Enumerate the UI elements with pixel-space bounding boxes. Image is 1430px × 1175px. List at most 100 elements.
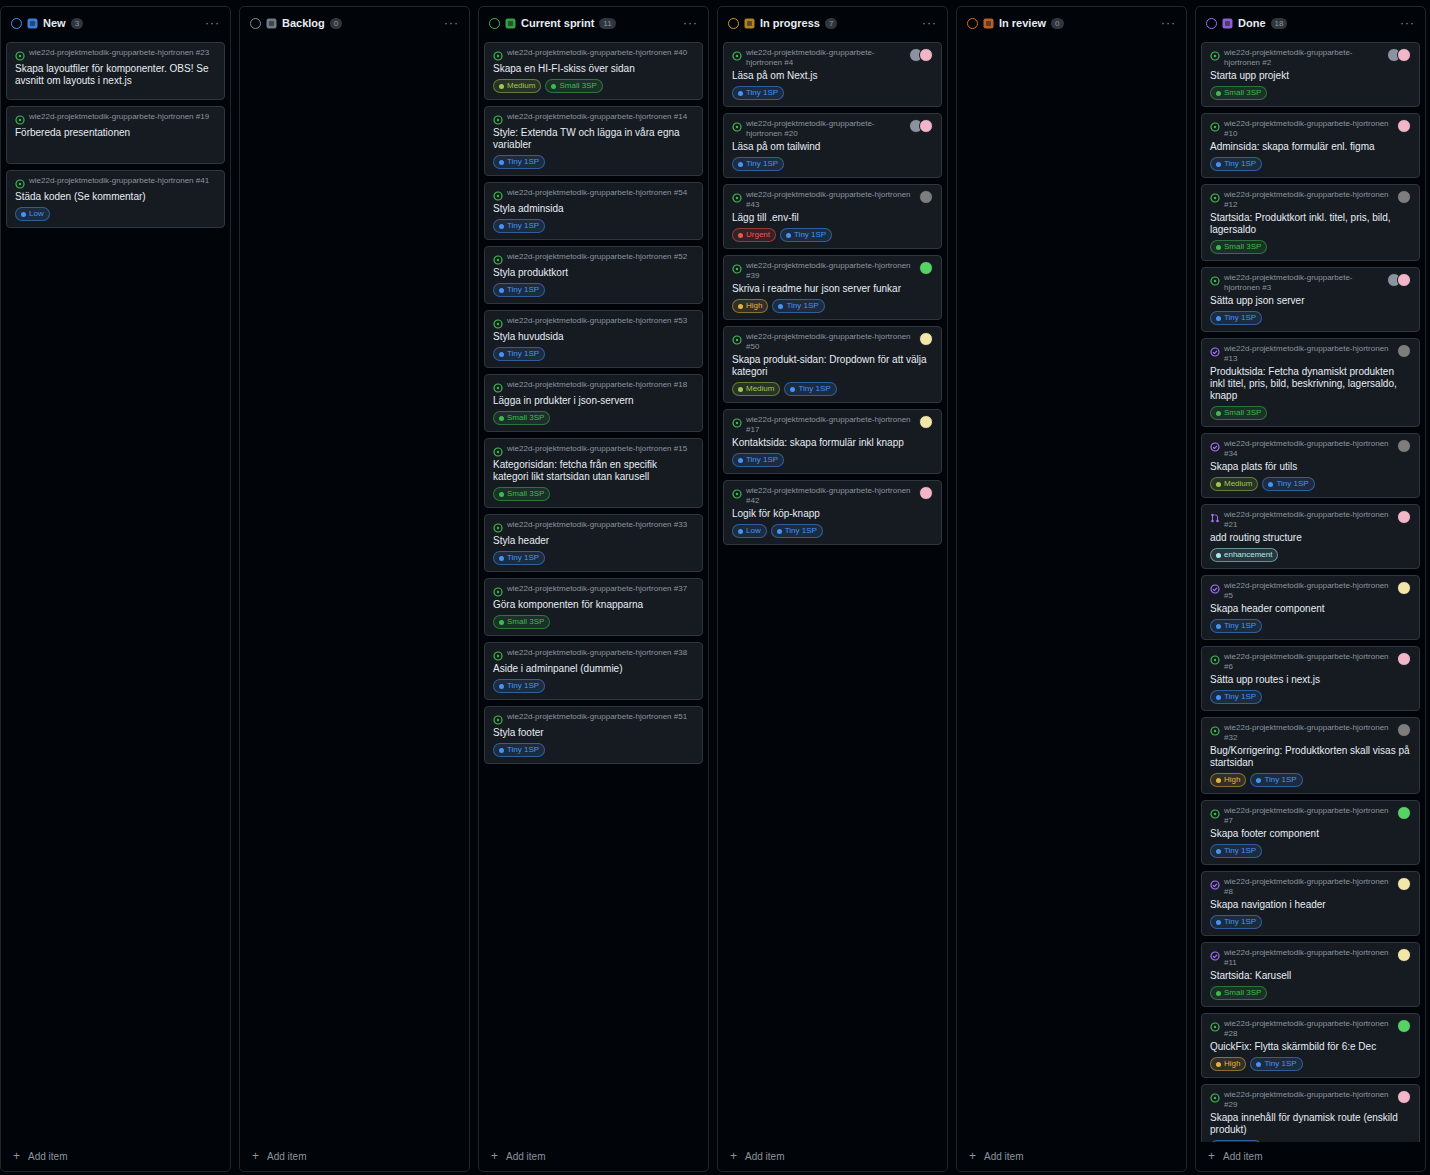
add-item-button[interactable]: +Add item — [1196, 1142, 1425, 1171]
issue-card[interactable]: wie22d-projektmetodik-grupparbete-hjortr… — [484, 246, 703, 304]
issue-title[interactable]: Adminsida: skapa formulär enl. figma — [1210, 141, 1411, 153]
issue-reference[interactable]: wie22d-projektmetodik-grupparbete-hjortr… — [507, 520, 694, 530]
avatar-icon[interactable] — [1397, 948, 1411, 962]
issue-title[interactable]: Läsa på om tailwind — [732, 141, 933, 153]
issue-title[interactable]: Städa koden (Se kommentar) — [15, 191, 216, 203]
column-menu-button[interactable]: ··· — [444, 16, 459, 30]
issue-card[interactable]: wie22d-projektmetodik-grupparbete-hjortr… — [484, 106, 703, 176]
issue-reference[interactable]: wie22d-projektmetodik-grupparbete-hjortr… — [746, 261, 915, 281]
issue-label[interactable]: Medium — [1210, 477, 1258, 491]
issue-label[interactable]: Tiny 1SP — [493, 219, 545, 233]
avatar-icon[interactable] — [919, 261, 933, 275]
issue-reference[interactable]: wie22d-projektmetodik-grupparbete-hjortr… — [1224, 806, 1393, 826]
issue-reference[interactable]: wie22d-projektmetodik-grupparbete-hjortr… — [1224, 948, 1393, 968]
issue-reference[interactable]: wie22d-projektmetodik-grupparbete-hjortr… — [1224, 1090, 1393, 1110]
issue-reference[interactable]: wie22d-projektmetodik-grupparbete-hjortr… — [1224, 652, 1393, 672]
issue-label[interactable]: High — [1210, 773, 1246, 787]
issue-label[interactable]: Tiny 1SP — [780, 228, 832, 242]
avatar-icon[interactable] — [1397, 48, 1411, 62]
add-item-button[interactable]: +Add item — [479, 1142, 708, 1171]
issue-title[interactable]: Skriva i readme hur json server funkar — [732, 283, 933, 295]
issue-card[interactable]: wie22d-projektmetodik-grupparbete-hjortr… — [1201, 871, 1420, 936]
issue-card[interactable]: wie22d-projektmetodik-grupparbete-hjortr… — [484, 438, 703, 508]
issue-label[interactable]: Small 3SP — [1210, 240, 1267, 254]
issue-label[interactable]: Tiny 1SP — [784, 382, 836, 396]
issue-reference[interactable]: wie22d-projektmetodik-grupparbete-hjortr… — [1224, 439, 1393, 459]
issue-label[interactable]: Tiny 1SP — [732, 86, 784, 100]
issue-title[interactable]: Skapa innehåll för dynamisk route (enski… — [1210, 1112, 1411, 1136]
issue-card[interactable]: wie22d-projektmetodik-grupparbete-hjortr… — [6, 106, 225, 164]
add-item-button[interactable]: +Add item — [718, 1142, 947, 1171]
issue-reference[interactable]: wie22d-projektmetodik-grupparbete-hjortr… — [507, 252, 694, 262]
issue-card[interactable]: wie22d-projektmetodik-grupparbete-hjortr… — [1201, 338, 1420, 427]
issue-label[interactable]: Tiny 1SP — [1250, 1057, 1302, 1071]
issue-reference[interactable]: wie22d-projektmetodik-grupparbete-hjortr… — [507, 584, 694, 594]
issue-reference[interactable]: wie22d-projektmetodik-grupparbete-hjortr… — [507, 48, 694, 58]
avatar-icon[interactable] — [1397, 190, 1411, 204]
issue-title[interactable]: Sätta upp json server — [1210, 295, 1411, 307]
issue-label[interactable]: High — [1210, 1057, 1246, 1071]
avatar-icon[interactable] — [1397, 344, 1411, 358]
issue-title[interactable]: add routing structure — [1210, 532, 1411, 544]
issue-card[interactable]: wie22d-projektmetodik-grupparbete-hjortr… — [1201, 646, 1420, 711]
issue-reference[interactable]: wie22d-projektmetodik-grupparbete-hjortr… — [507, 380, 694, 390]
column-menu-button[interactable]: ··· — [922, 16, 937, 30]
issue-label[interactable]: Urgent — [732, 228, 776, 242]
issue-label[interactable]: Small 3SP — [1210, 406, 1267, 420]
issue-label[interactable]: Tiny 1SP — [1210, 915, 1262, 929]
issue-card[interactable]: wie22d-projektmetodik-grupparbete-hjortr… — [1201, 267, 1420, 332]
issue-title[interactable]: Bug/Korrigering: Produktkorten skall vis… — [1210, 745, 1411, 769]
avatar-icon[interactable] — [1397, 806, 1411, 820]
issue-reference[interactable]: wie22d-projektmetodik-grupparbete-hjortr… — [1224, 190, 1393, 210]
add-item-button[interactable]: +Add item — [1, 1142, 230, 1171]
avatar-icon[interactable] — [1397, 1090, 1411, 1104]
issue-card[interactable]: wie22d-projektmetodik-grupparbete-hjortr… — [1201, 800, 1420, 865]
issue-title[interactable]: Lägga in prdukter i json-servern — [493, 395, 694, 407]
issue-label[interactable]: Tiny 1SP — [1262, 477, 1314, 491]
avatar-icon[interactable] — [1397, 652, 1411, 666]
avatar-icon[interactable] — [1397, 723, 1411, 737]
avatar-icon[interactable] — [1397, 581, 1411, 595]
issue-reference[interactable]: wie22d-projektmetodik-grupparbete-hjortr… — [746, 415, 915, 435]
column-menu-button[interactable]: ··· — [1161, 16, 1176, 30]
issue-card[interactable]: wie22d-projektmetodik-grupparbete-hjortr… — [723, 326, 942, 403]
issue-card[interactable]: wie22d-projektmetodik-grupparbete-hjortr… — [1201, 433, 1420, 498]
issue-label[interactable]: High — [732, 299, 768, 313]
issue-card[interactable]: wie22d-projektmetodik-grupparbete-hjortr… — [723, 409, 942, 474]
issue-label[interactable]: enhancement — [1210, 548, 1278, 562]
issue-label[interactable]: Tiny 1SP — [493, 679, 545, 693]
issue-label[interactable]: Medium — [732, 382, 780, 396]
issue-card[interactable]: wie22d-projektmetodik-grupparbete-hjortr… — [484, 514, 703, 572]
avatar-icon[interactable] — [919, 332, 933, 346]
issue-card[interactable]: wie22d-projektmetodik-grupparbete-hjortr… — [484, 374, 703, 432]
issue-reference[interactable]: wie22d-projektmetodik-grupparbete-hjortr… — [1224, 723, 1393, 743]
column-menu-button[interactable]: ··· — [683, 16, 698, 30]
issue-title[interactable]: Kontaktsida: skapa formulär inkl knapp — [732, 437, 933, 449]
avatar-icon[interactable] — [1397, 1019, 1411, 1033]
issue-label[interactable]: Tiny 1SP — [493, 743, 545, 757]
issue-reference[interactable]: wie22d-projektmetodik-grupparbete-hjortr… — [1224, 877, 1393, 897]
issue-card[interactable]: wie22d-projektmetodik-grupparbete-hjortr… — [6, 42, 225, 100]
avatar-icon[interactable] — [919, 119, 933, 133]
issue-card[interactable]: wie22d-projektmetodik-grupparbete-hjortr… — [484, 578, 703, 636]
add-item-button[interactable]: +Add item — [240, 1142, 469, 1171]
issue-reference[interactable]: wie22d-projektmetodik-grupparbete-hjortr… — [746, 332, 915, 352]
issue-reference[interactable]: wie22d-projektmetodik-grupparbete-hjortr… — [29, 48, 216, 58]
issue-reference[interactable]: wie22d-projektmetodik-grupparbete-hjortr… — [507, 112, 694, 122]
add-item-button[interactable]: +Add item — [957, 1142, 1186, 1171]
issue-title[interactable]: Skapa en HI-FI-skiss över sidan — [493, 63, 694, 75]
issue-title[interactable]: Skapa header component — [1210, 603, 1411, 615]
avatar-icon[interactable] — [1397, 273, 1411, 287]
issue-card[interactable]: wie22d-projektmetodik-grupparbete-hjortr… — [1201, 1084, 1420, 1142]
issue-label[interactable]: Small 3SP — [1210, 986, 1267, 1000]
issue-reference[interactable]: wie22d-projektmetodik-grupparbete-hjortr… — [746, 119, 905, 139]
issue-label[interactable]: Tiny 1SP — [1210, 311, 1262, 325]
issue-title[interactable]: Logik för köp-knapp — [732, 508, 933, 520]
issue-title[interactable]: Styla header — [493, 535, 694, 547]
issue-label[interactable]: Small 3SP — [493, 487, 550, 501]
issue-card[interactable]: wie22d-projektmetodik-grupparbete-hjortr… — [1201, 184, 1420, 261]
issue-label[interactable]: Tiny 1SP — [1210, 690, 1262, 704]
issue-title[interactable]: Startsida: Karusell — [1210, 970, 1411, 982]
issue-title[interactable]: Aside i adminpanel (dummie) — [493, 663, 694, 675]
issue-reference[interactable]: wie22d-projektmetodik-grupparbete-hjortr… — [1224, 119, 1393, 139]
